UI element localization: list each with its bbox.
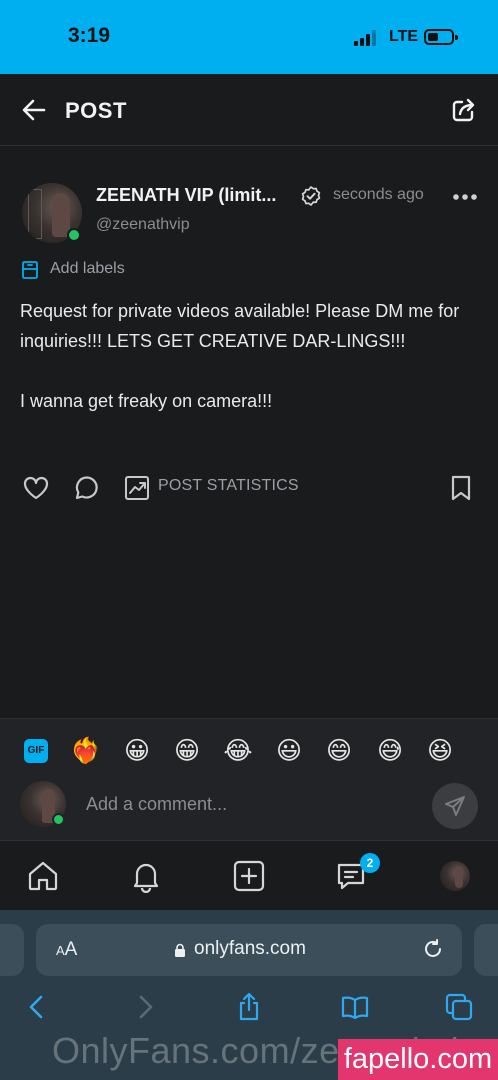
emoji-button[interactable]: 😅 bbox=[374, 735, 406, 767]
browser-share-icon[interactable] bbox=[234, 992, 264, 1022]
author-username[interactable]: @zeenathvip bbox=[96, 216, 190, 234]
back-arrow-icon[interactable] bbox=[20, 96, 48, 124]
post-statistics-button[interactable]: POST STATISTICS bbox=[158, 477, 299, 495]
next-tab[interactable] bbox=[474, 924, 498, 976]
post-paragraph: Request for private videos available! Pl… bbox=[20, 301, 460, 351]
browser-back-icon[interactable] bbox=[22, 992, 52, 1022]
online-status-dot bbox=[52, 813, 65, 826]
reader-options-button[interactable]: AA bbox=[56, 939, 77, 961]
bookmark-icon[interactable] bbox=[449, 474, 473, 502]
emoji-button[interactable]: 😆 bbox=[424, 735, 456, 767]
bell-icon[interactable] bbox=[129, 859, 163, 893]
author-display-name[interactable]: ZEENATH VIP (limit... bbox=[96, 185, 276, 206]
battery-icon bbox=[424, 29, 458, 45]
profile-avatar[interactable] bbox=[440, 861, 470, 891]
add-labels-label: Add labels bbox=[50, 260, 125, 277]
gif-button[interactable]: GIF bbox=[24, 739, 48, 763]
app-header: POST bbox=[0, 74, 498, 146]
url-text: onlyfans.com bbox=[194, 938, 306, 959]
post-statistics-icon[interactable] bbox=[124, 475, 150, 501]
reload-icon[interactable] bbox=[422, 938, 444, 960]
status-time: 3:19 bbox=[68, 24, 111, 47]
bookmarks-icon[interactable] bbox=[340, 992, 370, 1022]
signal-icon bbox=[354, 30, 378, 46]
emoji-button[interactable]: 😀 bbox=[121, 735, 153, 767]
send-icon bbox=[445, 796, 465, 816]
fapello-watermark-badge: fapello.com bbox=[338, 1039, 498, 1080]
emoji-button[interactable]: 😃 bbox=[273, 735, 305, 767]
emoji-bar: GIF ❤️‍🔥 😀 😁 😂 😃 😄 😅 😆 bbox=[0, 735, 498, 769]
more-options-icon[interactable] bbox=[452, 193, 478, 201]
status-bar: 3:19 LTE bbox=[0, 0, 498, 74]
emoji-button[interactable]: 😁 bbox=[171, 735, 203, 767]
previous-tab[interactable] bbox=[0, 924, 24, 976]
bottom-navigation: 2 bbox=[0, 840, 498, 910]
comment-input[interactable] bbox=[86, 787, 416, 821]
post-timestamp: seconds ago bbox=[333, 186, 424, 203]
messages-count-badge: 2 bbox=[360, 853, 380, 873]
page-title: POST bbox=[65, 98, 127, 123]
emoji-button[interactable]: 😄 bbox=[323, 735, 355, 767]
verified-badge-icon bbox=[301, 186, 321, 206]
post-body: Request for private videos available! Pl… bbox=[20, 296, 460, 416]
tabs-icon[interactable] bbox=[444, 992, 474, 1022]
post-actions: POST STATISTICS bbox=[0, 470, 498, 506]
add-post-icon[interactable] bbox=[232, 859, 266, 893]
post-paragraph: I wanna get freaky on camera!!! bbox=[20, 391, 273, 411]
share-icon[interactable] bbox=[450, 96, 478, 124]
comment-icon[interactable] bbox=[73, 474, 101, 502]
home-icon[interactable] bbox=[26, 859, 60, 893]
lock-icon bbox=[175, 943, 185, 957]
emoji-button[interactable]: ❤️‍🔥 bbox=[70, 735, 102, 767]
online-status-dot bbox=[67, 228, 81, 242]
emoji-button[interactable]: 😂 bbox=[222, 735, 254, 767]
heart-icon[interactable] bbox=[22, 474, 50, 502]
label-icon bbox=[22, 261, 38, 279]
browser-forward-icon[interactable] bbox=[130, 992, 160, 1022]
comment-composer: GIF ❤️‍🔥 😀 😁 😂 😃 😄 😅 😆 bbox=[0, 718, 498, 840]
address-bar[interactable]: AA onlyfans.com bbox=[36, 924, 462, 976]
send-button[interactable] bbox=[432, 783, 478, 829]
network-label: LTE bbox=[389, 28, 419, 45]
